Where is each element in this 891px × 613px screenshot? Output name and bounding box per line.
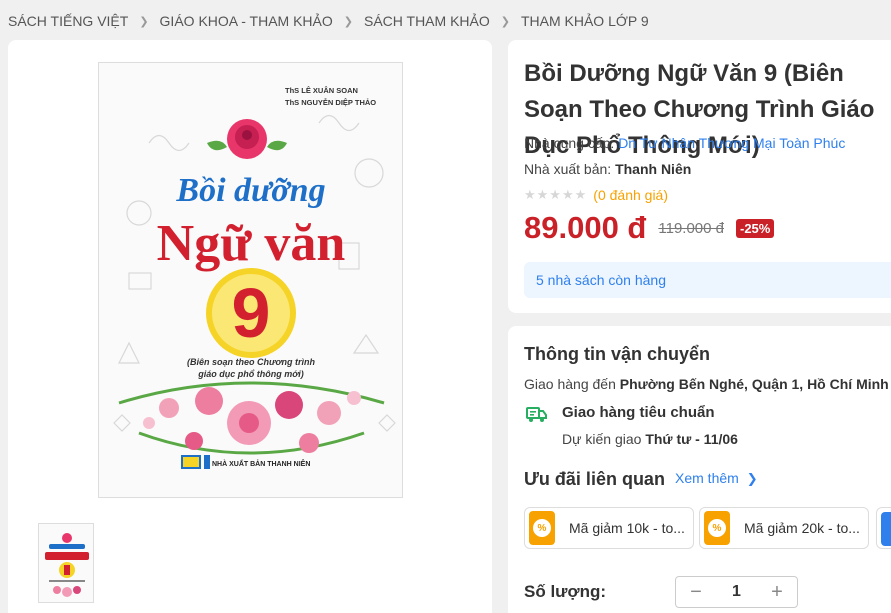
publisher-label: Nhà xuất bản: (524, 161, 612, 177)
chevron-right-icon: ❯ (343, 15, 353, 28)
price-row: 89.000 đ 119.000 đ -25% (524, 210, 775, 246)
coupon-text: Mã giảm 20k - to... (744, 520, 860, 536)
decrease-quantity-button[interactable]: − (676, 577, 716, 607)
shipping-address[interactable]: Phường Bến Nghé, Quận 1, Hồ Chí Minh (620, 376, 889, 392)
thumbnail-cover (39, 524, 93, 602)
coupon-percent-icon: % (704, 511, 730, 545)
shipping-title: Thông tin vận chuyển (524, 344, 711, 364)
coupon-text: Mã giảm 10k - to... (569, 520, 685, 536)
shipping-method: Giao hàng tiêu chuẩn (562, 404, 715, 421)
coupon-card[interactable]: % Mã giảm 20k - to... (699, 507, 869, 549)
breadcrumb-item[interactable]: GIÁO KHOA - THAM KHẢO (160, 13, 333, 29)
quantity-input[interactable]: 1 (717, 583, 757, 601)
product-gallery: ThS LÊ XUÂN SOAN ThS NGUYỄN DIỆP THẢO Bồ… (8, 40, 492, 613)
current-price: 89.000 đ (524, 210, 647, 245)
product-info: Bồi Dưỡng Ngữ Văn 9 (Biên Soạn Theo Chươ… (508, 40, 891, 313)
truck-icon (526, 407, 547, 422)
shipping-panel: Thông tin vận chuyển Giao hàng đến Phườn… (508, 326, 891, 613)
breadcrumb-item[interactable]: THAM KHẢO LỚP 9 (521, 13, 649, 29)
supplier-row: Nhà cung cấp: Dn Tư Nhân Thương Mại Toàn… (524, 135, 845, 151)
cover-subtitle-1: (Biên soạn theo Chương trình (187, 357, 315, 367)
see-more-link[interactable]: Xem thêm ❯ (675, 470, 758, 487)
breadcrumb-item[interactable]: SÁCH TIẾNG VIỆT (8, 13, 128, 29)
cover-author-1: ThS LÊ XUÂN SOAN (285, 86, 358, 95)
quantity-stepper: − 1 + (675, 576, 798, 608)
eta-value: Thứ tư - 11/06 (645, 431, 738, 447)
breadcrumb: SÁCH TIẾNG VIỆT ❯ GIÁO KHOA - THAM KHẢO … (8, 13, 649, 29)
cover-title-top: Bồi dưỡng (175, 172, 325, 209)
product-main-image[interactable]: ThS LÊ XUÂN SOAN ThS NGUYỄN DIỆP THẢO Bồ… (98, 62, 403, 498)
rating: ★★★★★ (0 đánh giá) (524, 187, 668, 203)
cover-subtitle-2: giáo dục phổ thông mới) (197, 369, 304, 379)
chevron-right-icon: ❯ (500, 15, 510, 28)
coupon-card-partial[interactable] (876, 507, 891, 549)
coupon-card[interactable]: % Mã giảm 10k - to... (524, 507, 694, 549)
promos-title: Ưu đãi liên quan (524, 469, 665, 489)
coupon-percent-icon: % (529, 511, 555, 545)
shipping-address-row: Giao hàng đến Phường Bến Nghé, Quận 1, H… (524, 376, 889, 392)
cover-author-2: ThS NGUYỄN DIỆP THẢO (285, 98, 376, 107)
deliver-label: Giao hàng đến (524, 376, 616, 392)
eta-label: Dự kiến giao (562, 431, 642, 447)
chevron-right-icon: ❯ (746, 471, 758, 486)
publisher-value: Thanh Niên (615, 161, 692, 177)
star-rating-icon: ★★★★★ (524, 187, 588, 202)
book-cover: ThS LÊ XUÂN SOAN ThS NGUYỄN DIỆP THẢO Bồ… (99, 63, 402, 497)
cover-grade: 9 (232, 274, 271, 352)
publisher-row: Nhà xuất bản: Thanh Niên (524, 161, 691, 177)
original-price: 119.000 đ (658, 219, 724, 237)
discount-badge: -25% (736, 218, 775, 238)
stock-availability-button[interactable]: 5 nhà sách còn hàng (524, 262, 891, 298)
coupon-card-icon (881, 512, 891, 546)
chevron-right-icon: ❯ (139, 15, 149, 28)
supplier-link[interactable]: Dn Tư Nhân Thương Mại Toàn Phúc (618, 135, 845, 151)
shipping-eta-row: Dự kiến giao Thứ tư - 11/06 (562, 431, 738, 447)
see-more-label: Xem thêm (675, 470, 739, 486)
rating-count-link[interactable]: (0 đánh giá) (593, 187, 668, 203)
breadcrumb-item[interactable]: SÁCH THAM KHẢO (364, 13, 490, 29)
increase-quantity-button[interactable]: + (757, 577, 797, 607)
product-thumbnail[interactable] (38, 523, 94, 603)
quantity-label: Số lượng: (524, 582, 606, 601)
supplier-label: Nhà cung cấp: (524, 135, 615, 151)
cover-title-main: Ngữ văn (157, 215, 346, 272)
